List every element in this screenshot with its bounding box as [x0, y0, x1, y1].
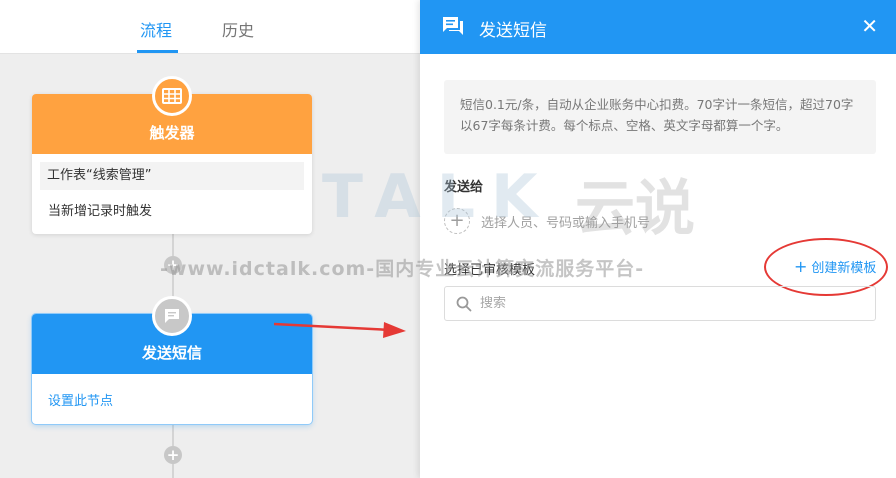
chat-icon — [443, 17, 463, 35]
search-input[interactable] — [480, 296, 860, 311]
configure-node-link[interactable]: 设置此节点 — [48, 390, 312, 409]
message-icon — [152, 296, 192, 336]
recipient-placeholder: 选择人员、号码或输入手机号 — [481, 215, 651, 231]
red-arrow-annotation — [274, 322, 406, 338]
tab-history[interactable]: 历史 — [222, 17, 254, 41]
panel-title: 发送短信 — [479, 21, 547, 41]
template-label: 选择已审核模板 — [444, 263, 536, 278]
add-node-button[interactable]: + — [164, 446, 182, 464]
close-icon[interactable]: ✕ — [861, 14, 878, 38]
workflow-canvas: 流程 历史 + + 触发器 工作表“线索管理” 当新增记录时触发 发送短信 设置… — [0, 0, 420, 478]
recipient-picker[interactable]: + 选择人员、号码或输入手机号 — [444, 208, 650, 234]
trigger-worksheet: 工作表“线索管理” — [40, 162, 304, 190]
create-template-label: 创建新模板 — [811, 261, 877, 276]
template-search[interactable] — [444, 286, 876, 321]
send-to-label: 发送给 — [444, 180, 484, 195]
add-recipient-icon[interactable]: + — [444, 208, 470, 234]
search-icon — [456, 296, 472, 311]
add-node-button[interactable]: + — [164, 256, 182, 274]
panel-header: 发送短信 ✕ — [420, 0, 896, 54]
table-icon — [152, 76, 192, 116]
active-tab-indicator — [137, 50, 178, 53]
workflow-tabs-bar: 流程 历史 — [0, 0, 420, 54]
send-sms-panel: 发送短信 ✕ 短信0.1元/条，自动从企业账务中心扣费。70字计一条短信，超过7… — [420, 0, 896, 478]
trigger-condition: 当新增记录时触发 — [48, 204, 153, 219]
sms-node-card[interactable]: 发送短信 设置此节点 — [32, 296, 312, 424]
create-template-button[interactable]: + 创建新模板 — [794, 257, 876, 276]
trigger-node-card[interactable]: 触发器 工作表“线索管理” 当新增记录时触发 — [32, 76, 312, 234]
tab-flow[interactable]: 流程 — [140, 17, 172, 41]
pricing-notice: 短信0.1元/条，自动从企业账务中心扣费。70字计一条短信，超过70字以67字每… — [444, 80, 876, 154]
plus-icon: + — [794, 257, 808, 276]
